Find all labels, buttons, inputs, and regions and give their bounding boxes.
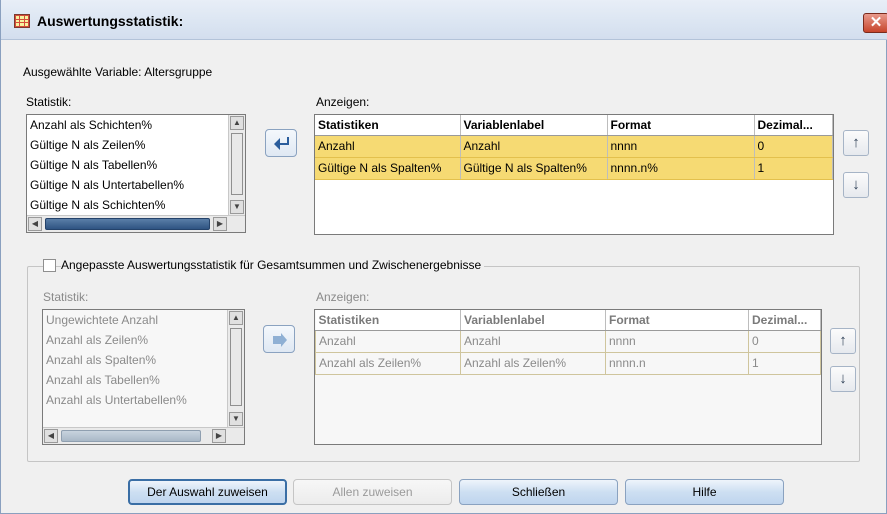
arrow-down-icon: ↓ bbox=[852, 176, 860, 193]
scroll-thumb[interactable] bbox=[45, 218, 210, 230]
apply-selection-button[interactable]: Der Auswahl zuweisen bbox=[128, 479, 287, 505]
custom-statistics-checkbox[interactable] bbox=[43, 259, 56, 272]
scroll-right-icon[interactable]: ▶ bbox=[213, 217, 227, 231]
list-item[interactable]: Gültige N als Schichten% bbox=[27, 195, 228, 215]
arrow-up-icon: ↑ bbox=[839, 332, 847, 349]
statistik-listbox[interactable]: Anzahl als Schichten% Gültige N als Zeile… bbox=[26, 114, 246, 233]
column-header[interactable]: Statistiken bbox=[315, 115, 461, 136]
table-cell[interactable]: Anzahl bbox=[460, 329, 606, 353]
display-grid[interactable]: Statistiken Variablenlabel Format Dezimal..… bbox=[314, 114, 834, 235]
list-item[interactable]: Anzahl als Tabellen% bbox=[43, 370, 227, 390]
scroll-right-icon[interactable]: ▶ bbox=[212, 429, 226, 443]
scroll-up-icon[interactable]: ▲ bbox=[229, 311, 243, 325]
scroll-thumb[interactable] bbox=[61, 430, 201, 442]
window-title: Auswertungsstatistik: bbox=[37, 13, 184, 29]
table-cell[interactable]: 1 bbox=[748, 351, 821, 375]
apply-all-button[interactable]: Allen zuweisen bbox=[293, 479, 452, 505]
column-header[interactable]: Variablenlabel bbox=[460, 115, 608, 136]
scroll-thumb[interactable] bbox=[231, 133, 243, 195]
custom-vscrollbar[interactable]: ▲ ▼ bbox=[227, 310, 244, 427]
list-item[interactable]: Gültige N als Zeilen% bbox=[27, 135, 228, 155]
table-app-icon bbox=[14, 14, 30, 28]
table-cell[interactable]: Anzahl als Zeilen% bbox=[315, 351, 461, 375]
move-to-display-button[interactable] bbox=[265, 129, 297, 157]
custom-display-grid[interactable]: Statistiken Variablenlabel Format Dezimal..… bbox=[314, 309, 822, 445]
custom-move-up-button[interactable]: ↑ bbox=[830, 328, 856, 354]
table-row[interactable]: Anzahl Anzahl nnnn 0 bbox=[315, 134, 833, 158]
table-cell[interactable]: Anzahl bbox=[460, 134, 608, 158]
custom-statistics-label: Angepasste Auswertungsstatistik für Gesa… bbox=[61, 258, 485, 272]
column-header[interactable]: Dezimal... bbox=[748, 310, 821, 331]
table-cell[interactable]: nnnn.n bbox=[605, 351, 749, 375]
column-header[interactable]: Variablenlabel bbox=[460, 310, 606, 331]
table-cell[interactable]: nnnn.n% bbox=[607, 156, 755, 180]
list-item[interactable]: Anzahl als Schichten% bbox=[27, 115, 228, 135]
move-down-button[interactable]: ↓ bbox=[843, 172, 869, 198]
column-header[interactable]: Format bbox=[607, 115, 755, 136]
list-item[interactable]: Ungewichtete Anzahl bbox=[43, 310, 227, 330]
anzeigen-label: Anzeigen: bbox=[316, 95, 370, 109]
list-item[interactable]: Anzahl als Untertabellen% bbox=[43, 390, 227, 410]
column-header[interactable]: Format bbox=[605, 310, 749, 331]
table-cell[interactable]: 1 bbox=[754, 156, 833, 180]
scroll-down-icon[interactable]: ▼ bbox=[229, 412, 243, 426]
statistik-label: Statistik: bbox=[26, 95, 72, 109]
table-cell[interactable]: Gültige N als Spalten% bbox=[315, 156, 461, 180]
list-item[interactable]: Gültige N als Tabellen% bbox=[27, 155, 228, 175]
custom-move-down-button[interactable]: ↓ bbox=[830, 366, 856, 392]
list-item[interactable]: Anzahl als Zeilen% bbox=[43, 330, 227, 350]
arrow-up-icon: ↑ bbox=[852, 134, 860, 151]
table-row[interactable]: Anzahl Anzahl nnnn 0 bbox=[315, 329, 821, 353]
close-icon[interactable]: ✕ bbox=[863, 13, 887, 33]
table-cell[interactable]: Gültige N als Spalten% bbox=[460, 156, 608, 180]
table-cell[interactable]: nnnn bbox=[605, 329, 749, 353]
scroll-down-icon[interactable]: ▼ bbox=[230, 200, 244, 214]
custom-statistik-listbox[interactable]: Ungewichtete Anzahl Anzahl als Zeilen% Anz… bbox=[42, 309, 245, 445]
scroll-left-icon[interactable]: ◀ bbox=[44, 429, 58, 443]
table-row[interactable]: Anzahl als Zeilen% Anzahl als Zeilen% nnnn… bbox=[315, 351, 821, 375]
custom-statistik-label: Statistik: bbox=[43, 290, 89, 304]
arrow-down-icon: ↓ bbox=[839, 370, 847, 387]
column-header[interactable]: Dezimal... bbox=[754, 115, 833, 136]
custom-anzeigen-label: Anzeigen: bbox=[316, 290, 370, 304]
custom-hscrollbar[interactable]: ◀ ▶ bbox=[43, 427, 244, 444]
scroll-thumb[interactable] bbox=[230, 328, 242, 406]
table-row[interactable]: Gültige N als Spalten% Gültige N als Spal… bbox=[315, 156, 833, 180]
scroll-up-icon[interactable]: ▲ bbox=[230, 116, 244, 130]
table-cell[interactable]: Anzahl als Zeilen% bbox=[460, 351, 606, 375]
list-item[interactable]: Anzahl als Spalten% bbox=[43, 350, 227, 370]
custom-move-to-display-button[interactable] bbox=[263, 325, 295, 353]
table-cell[interactable]: 0 bbox=[754, 134, 833, 158]
title-bar: Auswertungsstatistik: ✕ bbox=[1, 0, 887, 40]
dialog-window: Auswertungsstatistik: ✕ Ausgewählte Vari… bbox=[0, 0, 887, 514]
statistik-vscrollbar[interactable]: ▲ ▼ bbox=[228, 115, 245, 215]
arrow-right-icon bbox=[273, 333, 287, 347]
statistik-hscrollbar[interactable]: ◀ ▶ bbox=[27, 215, 245, 232]
move-up-button[interactable]: ↑ bbox=[843, 130, 869, 156]
column-header[interactable]: Statistiken bbox=[315, 310, 461, 331]
selected-variable-label: Ausgewählte Variable: Altersgruppe bbox=[23, 65, 213, 79]
scroll-left-icon[interactable]: ◀ bbox=[28, 217, 42, 231]
close-button[interactable]: Schließen bbox=[459, 479, 618, 505]
arrow-left-icon bbox=[274, 137, 289, 150]
table-cell[interactable]: Anzahl bbox=[315, 329, 461, 353]
table-cell[interactable]: 0 bbox=[748, 329, 821, 353]
table-cell[interactable]: Anzahl bbox=[315, 134, 461, 158]
list-item[interactable]: Gültige N als Untertabellen% bbox=[27, 175, 228, 195]
table-cell[interactable]: nnnn bbox=[607, 134, 755, 158]
help-button[interactable]: Hilfe bbox=[625, 479, 784, 505]
